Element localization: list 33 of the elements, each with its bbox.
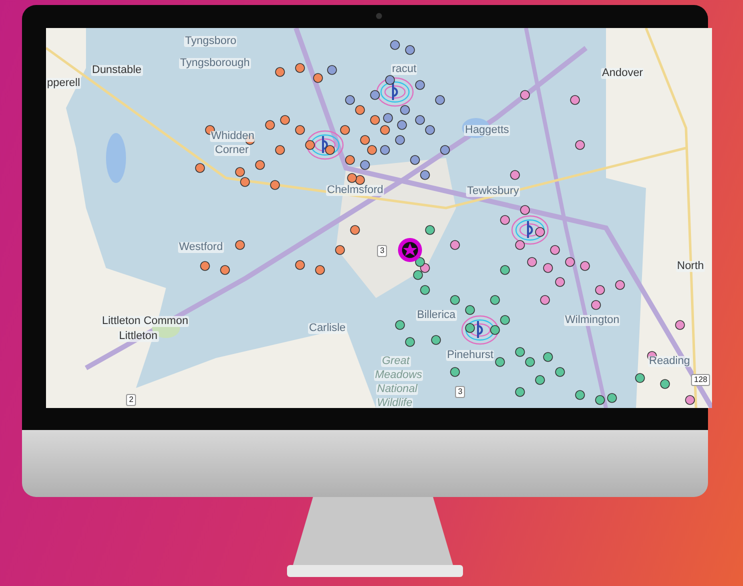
signal-pin-icon (376, 77, 414, 107)
place-label: Wilmington (564, 315, 620, 326)
place-label: National (376, 384, 418, 395)
place-label: Chelmsford (326, 185, 384, 196)
place-label: Andover (601, 68, 644, 79)
place-label: North (676, 261, 705, 272)
place-label: Meadows (374, 370, 424, 381)
place-label: Tewksbury (466, 186, 520, 197)
place-label: pperell (46, 78, 82, 89)
signal-pin-icon (511, 215, 549, 245)
road-shield: 3 (377, 245, 388, 257)
place-label: Westford (178, 242, 224, 253)
place-label: Pinehurst (446, 350, 494, 361)
place-label: Dunstable (91, 65, 143, 76)
road-shield: 128 (691, 374, 710, 386)
webcam-icon (376, 13, 382, 19)
road-shield: 3 (455, 386, 466, 398)
place-label: Reading (648, 356, 691, 367)
road-shield: 2 (126, 394, 136, 406)
place-label: Great (381, 356, 411, 367)
place-label: Whidden (210, 131, 256, 142)
place-label: Corner (214, 145, 250, 156)
place-label: Littleton Common (101, 316, 190, 327)
place-label: Billerica (416, 310, 457, 321)
place-label: Tyngsboro (184, 36, 238, 47)
signal-pin-icon (461, 315, 499, 345)
place-label: Tyngsborough (179, 58, 251, 69)
place-label: Wildlife (376, 398, 414, 408)
place-label: racut (391, 64, 418, 75)
signal-pin-icon (306, 130, 344, 160)
place-label: Carlisle (308, 323, 347, 334)
place-label: Littleton (118, 331, 159, 342)
place-label: Haggetts (464, 125, 510, 136)
